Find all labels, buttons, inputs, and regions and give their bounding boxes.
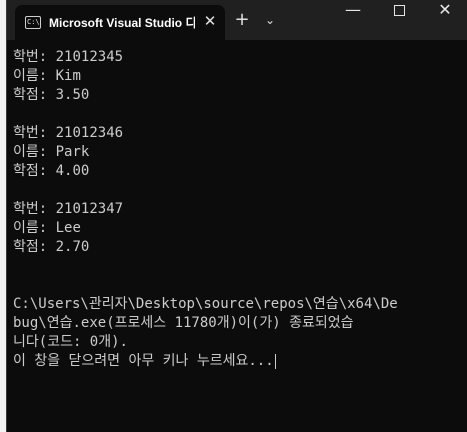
title-bar[interactable]: C:\ Microsoft Visual Studio 디버그 콘솔 ✕ + ⌄… — [7, 0, 467, 40]
student-name-line: 이름: Kim — [13, 68, 81, 84]
minimize-button[interactable]: — — [330, 0, 376, 40]
close-tab-button[interactable]: ✕ — [201, 12, 219, 30]
student-name-line: 이름: Park — [13, 144, 90, 160]
student-gpa-line: 학점: 2.70 — [13, 239, 90, 255]
tab-debug-console[interactable]: C:\ Microsoft Visual Studio 디버그 콘솔 ✕ — [15, 5, 225, 40]
exit-path-line: C:\Users\관리자\Desktop\source\repos\연습\x64… — [13, 296, 398, 312]
student-id-line: 학번: 21012347 — [13, 201, 124, 217]
exit-code-line: 니다(코드: 0개). — [13, 334, 128, 350]
student-gpa-line: 학점: 3.50 — [13, 87, 90, 103]
exit-process-line: bug\연습.exe(프로세스 11780개)이(가) 종료되었습 — [13, 315, 354, 331]
terminal-window: C:\ Microsoft Visual Studio 디버그 콘솔 ✕ + ⌄… — [6, 0, 467, 432]
press-key-prompt: 이 창을 닫으려면 아무 키나 누르세요... — [13, 352, 463, 371]
maximize-button[interactable] — [376, 0, 422, 40]
tab-title: Microsoft Visual Studio 디버그 콘솔 — [49, 16, 195, 30]
maximize-icon — [393, 5, 405, 16]
press-key-text: 이 창을 닫으려면 아무 키나 누르세요... — [13, 353, 274, 369]
close-window-button[interactable]: ✕ — [422, 0, 467, 40]
text-cursor — [274, 353, 276, 369]
student-id-line: 학번: 21012345 — [13, 49, 124, 65]
console-output[interactable]: 학번: 21012345 이름: Kim 학점: 3.50 학번: 210123… — [13, 48, 463, 371]
student-id-line: 학번: 21012346 — [13, 125, 124, 141]
tab-dropdown-button[interactable]: ⌄ — [259, 9, 281, 31]
console-icon: C:\ — [25, 16, 41, 29]
student-gpa-line: 학점: 4.00 — [13, 163, 90, 179]
new-tab-button[interactable]: + — [231, 9, 253, 31]
student-name-line: 이름: Lee — [13, 220, 81, 236]
